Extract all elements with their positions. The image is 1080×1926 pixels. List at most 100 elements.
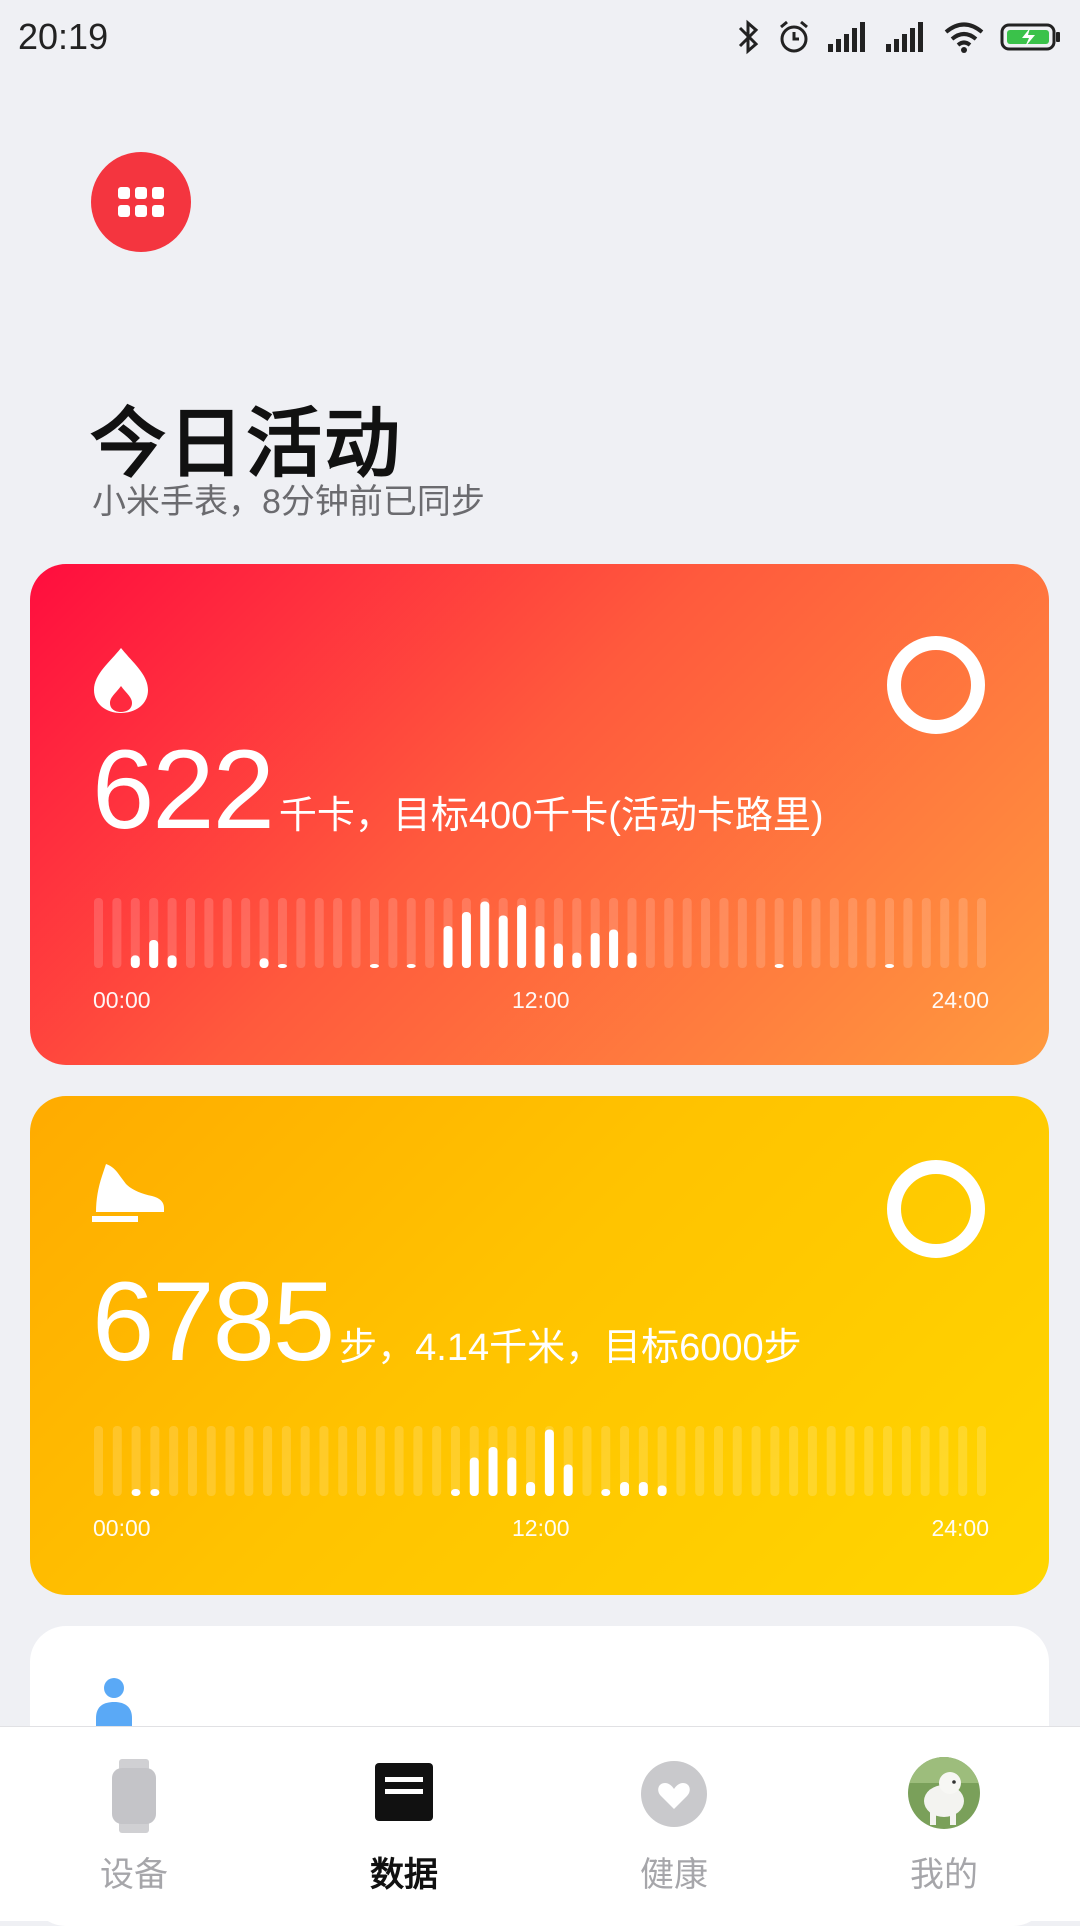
steps-bar-track xyxy=(695,1426,705,1496)
steps-bar xyxy=(601,1489,611,1496)
calorie-bar xyxy=(774,964,784,968)
bluetooth-icon xyxy=(738,19,759,55)
tick-mid: 12:00 xyxy=(512,1515,570,1541)
calorie-bar-track xyxy=(756,898,766,968)
calorie-value: 622 xyxy=(92,727,275,852)
steps-bar-chart xyxy=(94,1426,986,1496)
tick-end: 24:00 xyxy=(931,1515,989,1541)
calorie-bar-track xyxy=(112,898,122,968)
steps-bar-track xyxy=(263,1426,273,1496)
wifi-icon xyxy=(944,22,984,53)
status-time: 20:19 xyxy=(18,16,109,57)
steps-bar xyxy=(488,1447,498,1496)
data-icon xyxy=(375,1763,433,1821)
steps-bar-track xyxy=(319,1426,329,1496)
goal-ring xyxy=(887,636,985,734)
steps-card[interactable]: 6785 步，4.14千米，目标6000步 00:00 12:00 24:00 xyxy=(30,1096,1049,1595)
tick-mid: 12:00 xyxy=(512,987,570,1013)
nav-label: 数据 xyxy=(370,1856,438,1894)
steps-bar-track xyxy=(225,1426,235,1496)
nav-label: 健康 xyxy=(640,1856,708,1894)
nav-devices[interactable]: 设备 xyxy=(34,1727,234,1921)
calorie-bar xyxy=(553,943,563,968)
goal-ring xyxy=(887,1160,985,1258)
calorie-bar-track xyxy=(866,898,876,968)
steps-bar-track xyxy=(845,1426,855,1496)
calorie-value-row: 622 千卡，目标400千卡(活动卡路里) xyxy=(92,734,824,846)
steps-bar-track xyxy=(375,1426,385,1496)
steps-bar-track xyxy=(939,1426,949,1496)
calorie-bar-track xyxy=(719,898,729,968)
calorie-bar-track xyxy=(204,898,214,968)
steps-bar-track xyxy=(150,1426,160,1496)
steps-value: 6785 xyxy=(92,1259,335,1384)
status-icons xyxy=(736,16,1062,58)
calorie-bar xyxy=(130,955,140,968)
steps-bar-track xyxy=(281,1426,291,1496)
watch-icon xyxy=(112,1759,156,1833)
steps-bar xyxy=(150,1489,160,1496)
calorie-bar-track xyxy=(645,898,655,968)
calorie-bar xyxy=(259,958,269,968)
steps-bar xyxy=(526,1482,536,1496)
calorie-bar xyxy=(369,964,379,968)
steps-bar-track xyxy=(977,1426,986,1496)
calorie-bar-track xyxy=(829,898,839,968)
steps-bar xyxy=(563,1464,573,1496)
calorie-bar-chart xyxy=(94,898,986,968)
tick-start: 00:00 xyxy=(93,1515,151,1541)
steps-bar-track xyxy=(357,1426,367,1496)
steps-bar-track xyxy=(920,1426,930,1496)
calorie-bar-track xyxy=(701,898,711,968)
steps-bar-track xyxy=(94,1426,103,1496)
calorie-bar-track xyxy=(903,898,913,968)
calorie-bar-track xyxy=(333,898,343,968)
steps-bar-track xyxy=(864,1426,874,1496)
nav-profile[interactable]: 我的 xyxy=(844,1727,1044,1921)
calorie-bar xyxy=(480,901,490,968)
calorie-card[interactable]: 622 千卡，目标400千卡(活动卡路里) 00:00 12:00 24:00 xyxy=(30,564,1049,1065)
avatar-icon xyxy=(908,1757,980,1829)
steps-bar-track xyxy=(770,1426,780,1496)
calorie-bar xyxy=(167,955,177,968)
calorie-bar-track xyxy=(406,898,416,968)
steps-bar-track xyxy=(826,1426,836,1496)
calorie-bar-track xyxy=(369,898,379,968)
calorie-bar-track xyxy=(737,898,747,968)
battery-icon xyxy=(1000,23,1060,51)
steps-bar-track xyxy=(244,1426,254,1496)
sync-status: 小米手表，8分钟前已同步 xyxy=(92,483,485,521)
steps-bar-track xyxy=(432,1426,442,1496)
steps-bar-track xyxy=(789,1426,799,1496)
steps-bar-track xyxy=(187,1426,197,1496)
steps-bar-track xyxy=(394,1426,404,1496)
calorie-bar-track xyxy=(425,898,435,968)
nav-label: 设备 xyxy=(100,1856,168,1894)
calorie-bar xyxy=(535,926,545,968)
steps-bar xyxy=(450,1489,460,1496)
calorie-bar-track xyxy=(977,898,986,968)
signal-icon-2 xyxy=(886,22,923,52)
nav-health[interactable]: 健康 xyxy=(574,1727,774,1921)
grid-icon xyxy=(118,187,164,217)
apps-menu-button[interactable] xyxy=(91,152,191,252)
calorie-bar-track xyxy=(664,898,674,968)
calorie-bar-track xyxy=(848,898,858,968)
calorie-bar-track xyxy=(277,898,287,968)
shoe-icon xyxy=(92,1164,164,1222)
steps-bar xyxy=(638,1482,648,1496)
calorie-bar-track xyxy=(885,898,895,968)
nav-data[interactable]: 数据 xyxy=(304,1727,504,1921)
calorie-bar xyxy=(609,929,619,968)
steps-bar-track xyxy=(601,1426,611,1496)
steps-bar-track xyxy=(751,1426,761,1496)
calorie-bar-track xyxy=(793,898,803,968)
steps-bar-track xyxy=(901,1426,911,1496)
calorie-bar-track xyxy=(682,898,692,968)
steps-bar xyxy=(131,1489,141,1496)
signal-icon xyxy=(828,22,865,52)
steps-value-row: 6785 步，4.14千米，目标6000步 xyxy=(92,1266,802,1378)
calorie-bar xyxy=(461,912,471,968)
calorie-bar-track xyxy=(185,898,195,968)
nav-label: 我的 xyxy=(910,1856,978,1894)
